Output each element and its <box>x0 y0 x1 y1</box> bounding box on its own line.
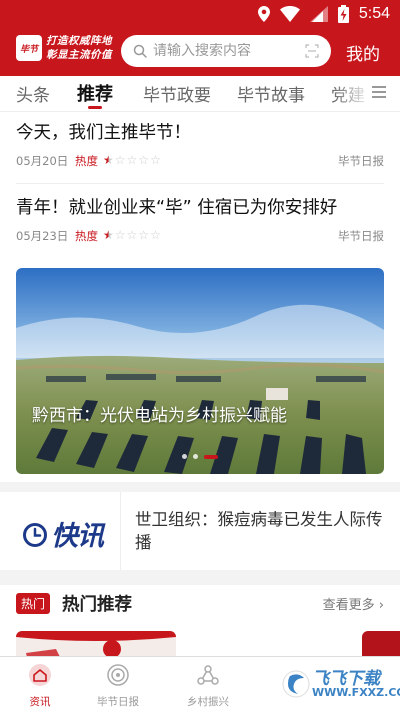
news-meta: 05月20日 热度 ★ ☆ ☆ ☆ ☆ 毕节日报 <box>16 153 384 169</box>
slogan-line-1: 打造权威阵地 <box>46 35 112 47</box>
nav-news[interactable]: 资讯 <box>0 663 80 709</box>
hot-title: 热门推荐 <box>62 595 132 615</box>
news-item[interactable]: 青年！就业创业来“毕” 住宿已为你安排好 05月23日 热度 ★ ☆ ☆ ☆ ☆… <box>16 196 384 248</box>
divider <box>16 183 384 184</box>
star-icon: ☆ <box>126 153 138 167</box>
wifi-icon <box>279 6 300 22</box>
battery-charging-icon <box>337 5 349 23</box>
news-meta: 05月23日 热度 ★ ☆ ☆ ☆ ☆ 毕节日报 <box>16 228 384 244</box>
star-icon: ☆ <box>150 228 161 242</box>
heat-label: 热度 <box>75 154 98 168</box>
carousel-dot-active[interactable] <box>204 454 218 459</box>
heat-label: 热度 <box>75 229 98 243</box>
mine-button[interactable]: 我的 <box>346 40 380 65</box>
watermark-url: WWW.FXXZ.COM <box>312 686 400 699</box>
see-more-link[interactable]: 查看更多 › <box>323 594 384 613</box>
tab-bijie-politics[interactable]: 毕节政要 <box>143 81 211 106</box>
app-logo[interactable]: 毕节 <box>16 35 42 61</box>
newspaper-icon <box>107 664 129 686</box>
category-tabs: 头条 推荐 毕节政要 毕节故事 党建 <box>0 76 400 112</box>
star-icon: ☆ <box>138 228 150 242</box>
flash-news[interactable]: 快讯 世卫组织：猴痘病毒已发生人际传播 <box>0 492 400 570</box>
news-date: 05月20日 <box>16 154 69 168</box>
news-title: 青年！就业创业来“毕” 住宿已为你安排好 <box>16 198 338 218</box>
location-icon <box>257 6 270 22</box>
tab-recommend[interactable]: 推荐 <box>77 80 113 106</box>
slogan-line-2: 彰显主流价值 <box>46 49 112 61</box>
banner-carousel[interactable]: 黔西市：光伏电站为乡村振兴赋能 <box>16 268 384 474</box>
star-icon: ★ <box>103 153 114 167</box>
menu-icon[interactable] <box>372 85 386 99</box>
heat-rating: ★ ☆ ☆ ☆ ☆ <box>103 229 161 242</box>
news-source: 毕节日报 <box>338 154 384 168</box>
banner-caption: 黔西市：光伏电站为乡村振兴赋能 <box>32 406 287 426</box>
see-more-label: 查看更多 <box>322 598 375 613</box>
section-gap <box>0 482 400 492</box>
carousel-dot[interactable] <box>182 454 187 459</box>
status-time: 5:54 <box>358 5 390 22</box>
hot-badge: 热门 <box>16 593 51 614</box>
star-icon: ☆ <box>114 153 126 167</box>
news-item[interactable]: 今天，我们主推毕节！ 05月20日 热度 ★ ☆ ☆ ☆ ☆ 毕节日报 <box>16 121 384 173</box>
header-slogan: 打造权威阵地 彰显主流价值 <box>46 34 112 62</box>
carousel-dot[interactable] <box>193 454 198 459</box>
watermark-logo <box>282 670 310 698</box>
star-icon: ☆ <box>138 153 150 167</box>
flash-news-logo: 快讯 <box>22 514 104 553</box>
status-bar: 5:54 <box>0 0 400 30</box>
star-icon: ★ <box>103 228 114 242</box>
star-icon: ☆ <box>126 228 138 242</box>
carousel-indicator <box>182 454 218 459</box>
news-source: 毕节日报 <box>338 229 384 243</box>
star-icon: ☆ <box>150 153 161 167</box>
search-input[interactable] <box>153 43 293 59</box>
app-header: 毕节 打造权威阵地 彰显主流价值 我的 <box>0 30 400 76</box>
tab-active-indicator <box>88 106 102 109</box>
logo-text: 毕节 <box>19 44 38 55</box>
tab-bijie-stories[interactable]: 毕节故事 <box>237 81 305 106</box>
chevron-right-icon: › <box>378 598 384 613</box>
nav-label: 毕节日报 <box>97 696 139 708</box>
banner-image <box>16 268 384 474</box>
clock-icon <box>23 522 47 547</box>
heat-rating: ★ ☆ ☆ ☆ ☆ <box>103 154 161 167</box>
nav-bijie-daily[interactable]: 毕节日报 <box>78 663 158 709</box>
scan-icon[interactable] <box>305 44 319 58</box>
search-icon <box>133 44 147 58</box>
news-date: 05月23日 <box>16 229 69 243</box>
tab-headlines[interactable]: 头条 <box>16 81 50 106</box>
flash-news-label: 快讯 <box>51 521 104 552</box>
network-icon <box>197 665 219 685</box>
divider <box>120 492 121 570</box>
flash-news-headline[interactable]: 世卫组织：猴痘病毒已发生人际传播 <box>135 508 390 554</box>
star-icon: ☆ <box>114 228 126 242</box>
search-bar[interactable] <box>121 35 331 67</box>
news-icon <box>29 664 51 686</box>
news-title: 今天，我们主推毕节！ <box>16 123 191 143</box>
nav-rural-revitalization[interactable]: 乡村振兴 <box>168 663 248 709</box>
nav-label: 乡村振兴 <box>187 696 229 708</box>
tab-fade <box>332 76 372 111</box>
nav-label: 资讯 <box>29 696 51 708</box>
signal-icon <box>309 6 328 22</box>
watermark: 飞飞下载 WWW.FXXZ.COM <box>282 664 400 704</box>
hot-section: 热门 热门推荐 查看更多 › <box>0 585 400 671</box>
section-gap <box>0 570 400 585</box>
